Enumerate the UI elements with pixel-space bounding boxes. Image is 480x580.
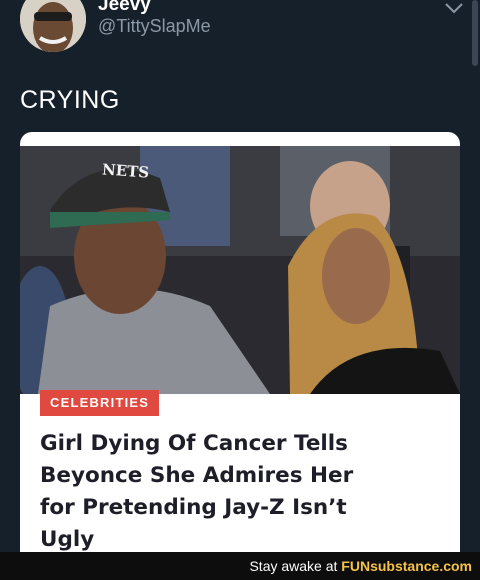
headline-line: Girl Dying Of Cancer Tells <box>40 431 348 456</box>
article-card[interactable]: NETS CELEBRITIES Girl Dying Of Cancer Te… <box>20 132 460 552</box>
tweet-header: Jeevy @TittySlapMe <box>0 0 480 66</box>
article-photo <box>20 146 460 394</box>
watermark-bar: Stay awake at FUNsubstance.com <box>0 552 480 580</box>
watermark-text: Stay awake at FUNsubstance.com <box>249 558 472 574</box>
tweet-text: CRYING <box>20 86 120 114</box>
scrollbar[interactable] <box>472 0 478 66</box>
chevron-down-icon[interactable] <box>444 2 464 14</box>
cap-logo-text: NETS <box>101 160 150 182</box>
display-name[interactable]: Jeevy <box>98 0 151 16</box>
headline-line: Beyonce She Admires Her <box>40 463 354 488</box>
headline-line: for Pretending Jay-Z Isn’t <box>40 495 347 520</box>
user-avatar[interactable] <box>20 0 86 52</box>
category-badge[interactable]: CELEBRITIES <box>40 390 160 416</box>
watermark-brand: FUNsubstance.com <box>341 558 472 574</box>
watermark-prefix: Stay awake at <box>249 558 338 574</box>
headline-line: Ugly <box>40 527 95 552</box>
article-headline[interactable]: Girl Dying Of Cancer Tells Beyonce She A… <box>40 428 450 552</box>
user-handle[interactable]: @TittySlapMe <box>98 16 211 37</box>
